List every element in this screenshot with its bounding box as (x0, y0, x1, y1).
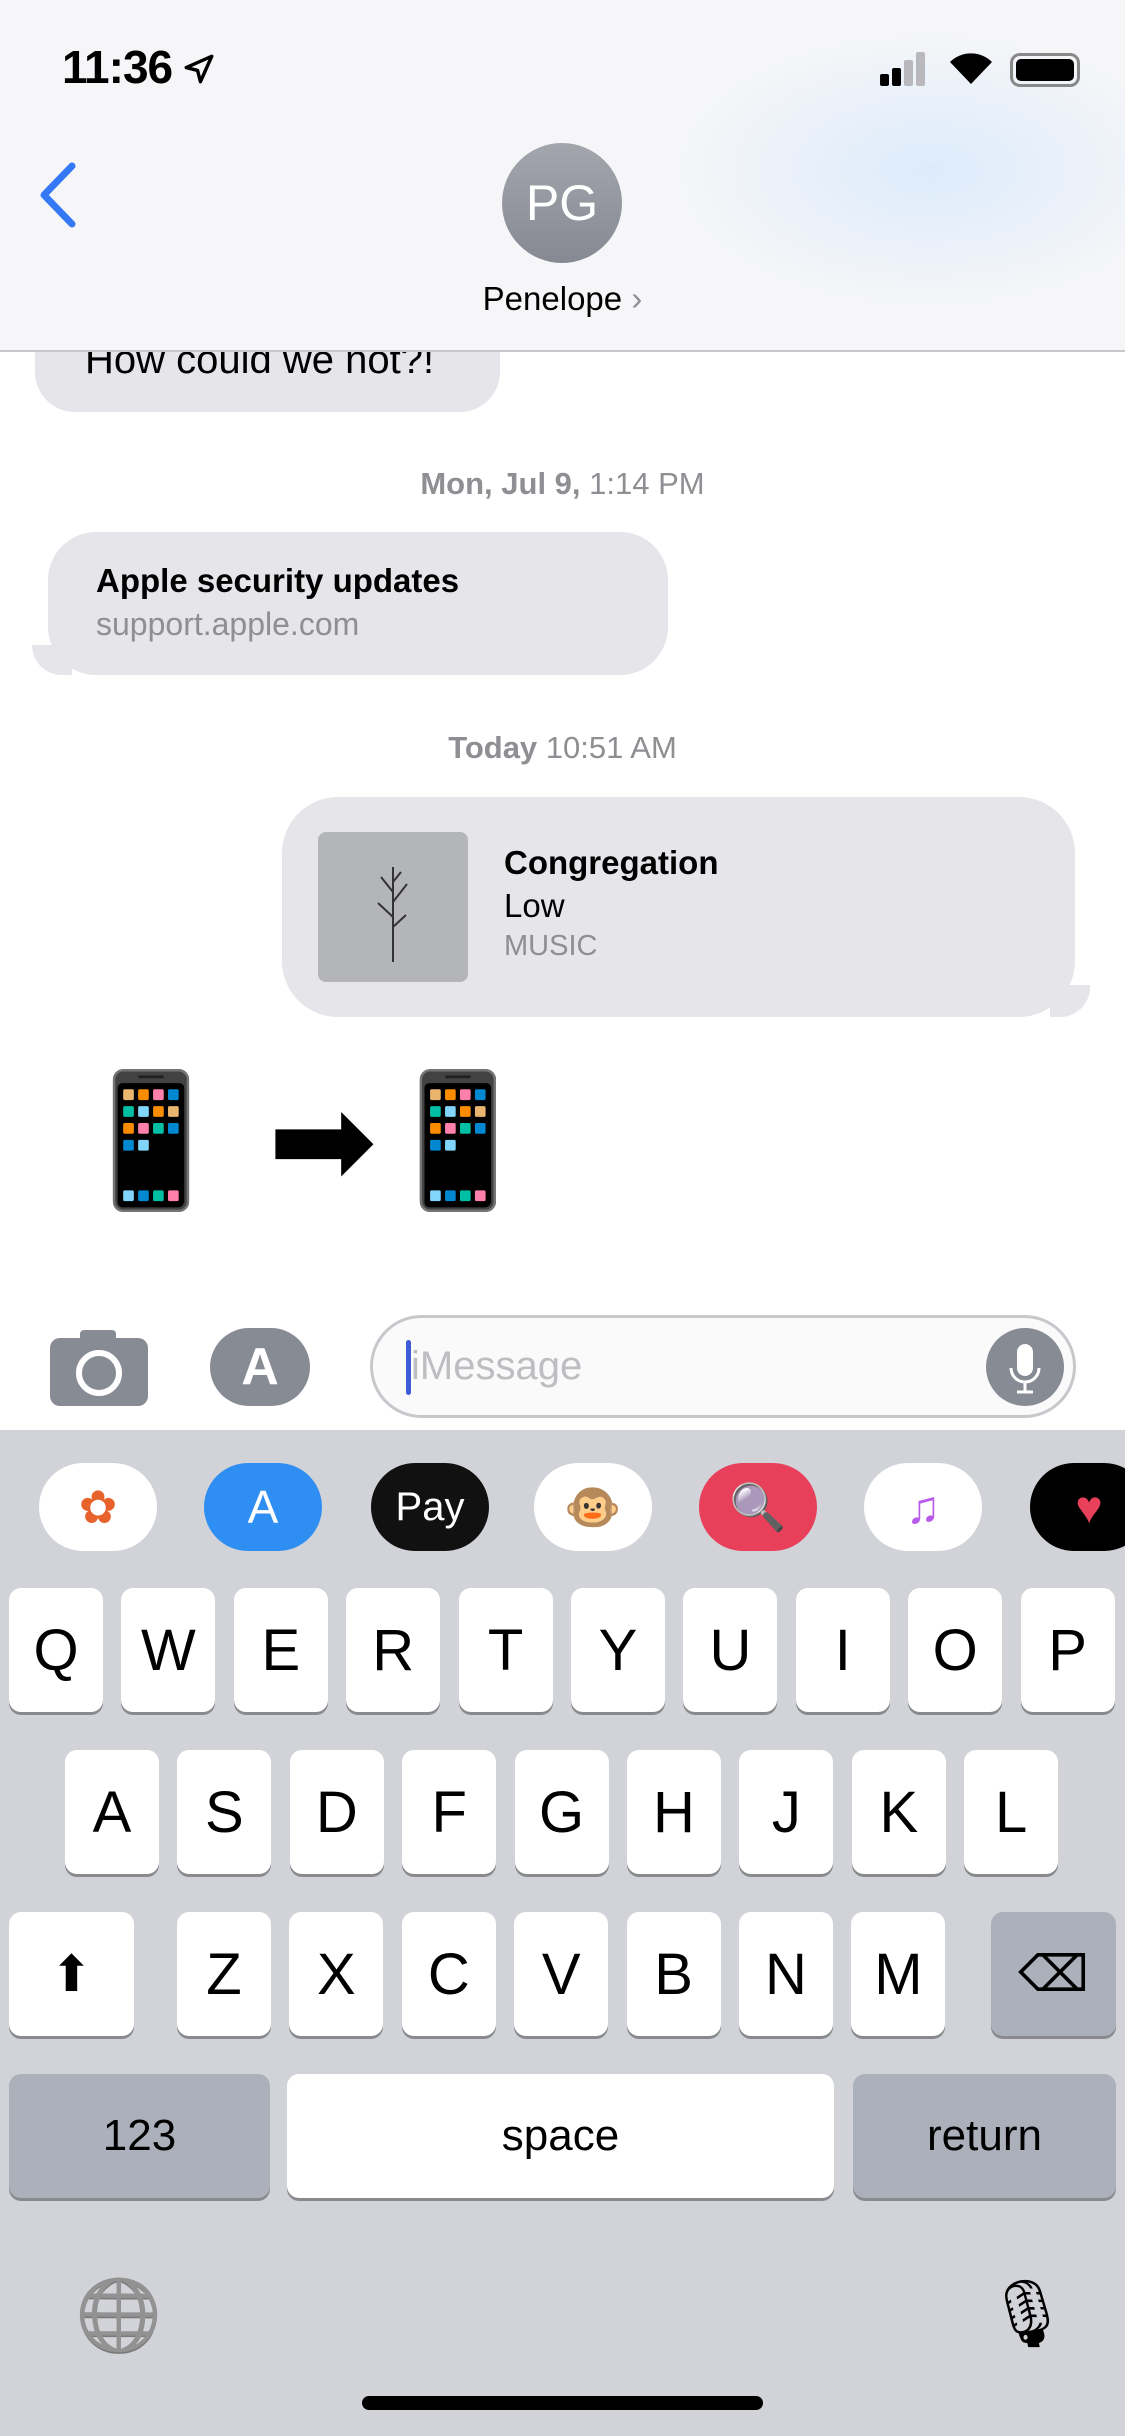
key-h[interactable]: H (627, 1750, 721, 1874)
key-z[interactable]: Z (177, 1912, 271, 2036)
space-key[interactable]: space (287, 2074, 834, 2198)
key-b[interactable]: B (626, 1912, 721, 2036)
song-title: Congregation (504, 844, 719, 881)
numbers-key[interactable]: 123 (9, 2074, 270, 2198)
music-share-bubble[interactable]: Congregation Low MUSIC (282, 797, 1075, 1017)
timestamp: Today 10:51 AM (448, 730, 677, 765)
key-p[interactable]: P (1020, 1588, 1115, 1712)
signal-icon (880, 52, 926, 86)
avatar[interactable]: PG (502, 143, 622, 263)
app-drawer-music[interactable]: ♫ (864, 1463, 982, 1551)
delete-key[interactable]: ⌫ (991, 1912, 1116, 2036)
album-art (318, 832, 468, 982)
return-key[interactable]: return (853, 2074, 1116, 2198)
key-w[interactable]: W (121, 1588, 216, 1712)
key-g[interactable]: G (514, 1750, 609, 1874)
apple-music-label: MUSIC (504, 930, 598, 962)
microphone-button[interactable] (986, 1328, 1064, 1406)
song-artist: Low (504, 887, 565, 924)
chevron-right-icon: › (631, 280, 643, 317)
globe-key[interactable]: 🌐 (75, 2275, 162, 2357)
message-input[interactable]: iMessage (370, 1315, 1076, 1418)
bubble-tail (32, 645, 72, 675)
home-indicator (362, 2396, 763, 2410)
key-d[interactable]: D (289, 1750, 384, 1874)
app-drawer-apple-pay[interactable]: Pay (371, 1463, 489, 1551)
key-q[interactable]: Q (9, 1588, 103, 1712)
contact-name: Penelope (482, 280, 623, 317)
timestamp: Mon, Jul 9, 1:14 PM (420, 466, 705, 501)
link-preview-bubble[interactable]: Apple security updates support.apple.com (48, 532, 668, 675)
back-button[interactable] (36, 160, 80, 230)
key-i[interactable]: I (795, 1588, 890, 1712)
key-f[interactable]: F (402, 1750, 497, 1874)
key-o[interactable]: O (908, 1588, 1003, 1712)
conversation-header: 11:36 PG Penelope › (0, 0, 1125, 352)
message-placeholder: iMessage (411, 1344, 583, 1388)
app-drawer-app-store[interactable]: A (204, 1463, 322, 1551)
key-t[interactable]: T (458, 1588, 553, 1712)
app-drawer-animoji[interactable]: 🐵 (534, 1463, 652, 1551)
link-domain: support.apple.com (96, 606, 360, 642)
key-n[interactable]: N (739, 1912, 833, 2036)
app-drawer-web-search[interactable]: 🔍 (699, 1463, 817, 1551)
key-m[interactable]: M (851, 1912, 946, 2036)
key-x[interactable]: X (289, 1912, 384, 2036)
shift-key[interactable]: ⬆ (9, 1912, 134, 2036)
key-e[interactable]: E (233, 1588, 328, 1712)
key-a[interactable]: A (65, 1750, 159, 1874)
key-v[interactable]: V (514, 1912, 609, 2036)
battery-icon (1010, 53, 1080, 87)
wifi-icon (950, 53, 992, 84)
key-j[interactable]: J (739, 1750, 834, 1874)
status-time: 11:36 (62, 41, 173, 93)
app-drawer-digital-touch[interactable]: ♥ (1030, 1463, 1125, 1551)
emoji-message[interactable]: 📱 ➡📱 (70, 1075, 539, 1205)
app-store-button[interactable]: A (210, 1328, 310, 1406)
key-r[interactable]: R (346, 1588, 441, 1712)
camera-button[interactable] (50, 1328, 148, 1406)
key-y[interactable]: Y (571, 1588, 665, 1712)
app-drawer-photos[interactable]: ✿ (39, 1463, 157, 1551)
dictation-key[interactable]: 🎙 (985, 2275, 1069, 2353)
bubble-tail (1050, 985, 1090, 1017)
location-arrow-icon (184, 54, 214, 84)
key-c[interactable]: C (401, 1912, 496, 2036)
key-u[interactable]: U (683, 1588, 778, 1712)
key-s[interactable]: S (177, 1750, 272, 1874)
key-k[interactable]: K (851, 1750, 946, 1874)
key-l[interactable]: L (964, 1750, 1059, 1874)
contact-name-button[interactable]: Penelope › (0, 280, 1125, 318)
link-title: Apple security updates (96, 562, 460, 599)
